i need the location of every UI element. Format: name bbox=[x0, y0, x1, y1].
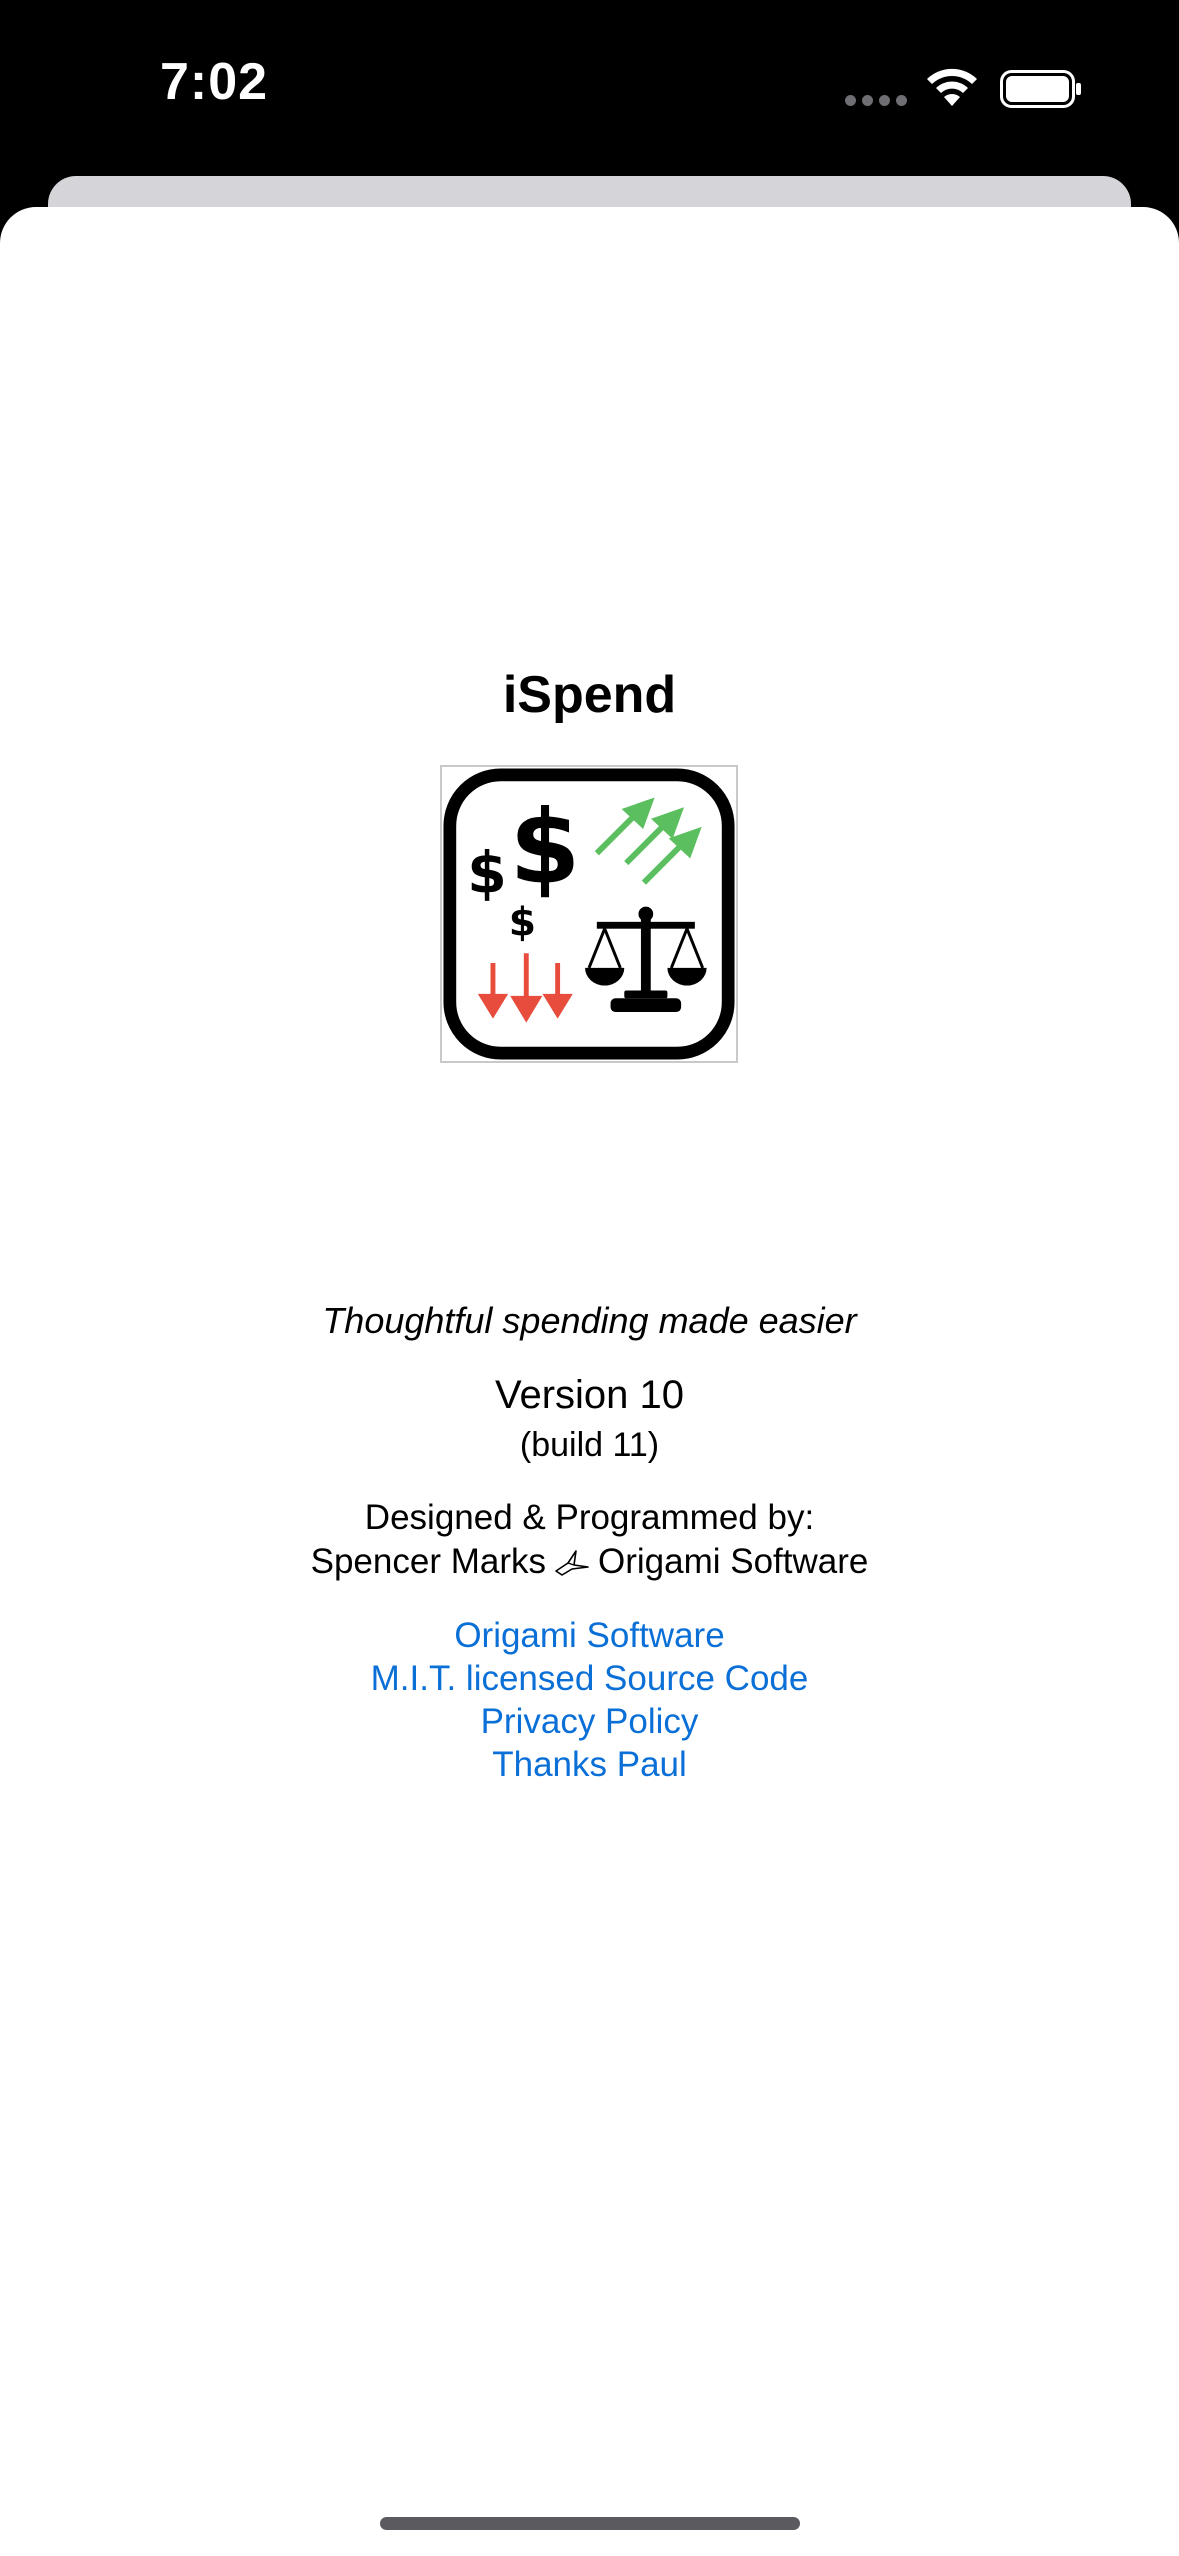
tagline: Thoughtful spending made easier bbox=[322, 1300, 857, 1341]
svg-text:$: $ bbox=[467, 840, 507, 906]
privacy-policy-link[interactable]: Privacy Policy bbox=[0, 1700, 1179, 1743]
company-name: Origami Software bbox=[598, 1542, 869, 1581]
svg-text:$: $ bbox=[509, 901, 536, 946]
status-bar: 7:02 bbox=[0, 0, 1179, 176]
cellular-signal-icon bbox=[845, 95, 907, 106]
origami-crane-icon bbox=[555, 1550, 589, 1576]
origami-software-link[interactable]: Origami Software bbox=[0, 1614, 1179, 1657]
build-label: (build 11) bbox=[519, 1426, 660, 1464]
version-label: Version 10 bbox=[494, 1373, 685, 1417]
svg-text:$: $ bbox=[509, 789, 580, 908]
home-indicator[interactable] bbox=[380, 2517, 800, 2530]
source-code-link[interactable]: M.I.T. licensed Source Code bbox=[0, 1657, 1179, 1700]
thanks-paul-link[interactable]: Thanks Paul bbox=[0, 1743, 1179, 1786]
wifi-icon bbox=[927, 68, 977, 106]
credits-line: Spencer Marks Origami Software bbox=[0, 1542, 1179, 1582]
app-logo-icon: $ $ $ bbox=[443, 768, 735, 1060]
status-time: 7:02 bbox=[160, 53, 269, 111]
author-name: Spencer Marks bbox=[310, 1542, 546, 1581]
app-logo: $ $ $ bbox=[440, 765, 738, 1063]
battery-icon bbox=[1000, 70, 1081, 108]
app-title: iSpend bbox=[502, 666, 677, 724]
links-list: Origami Software M.I.T. licensed Source … bbox=[0, 1614, 1179, 1786]
designed-by-label: Designed & Programmed by: bbox=[364, 1498, 815, 1537]
